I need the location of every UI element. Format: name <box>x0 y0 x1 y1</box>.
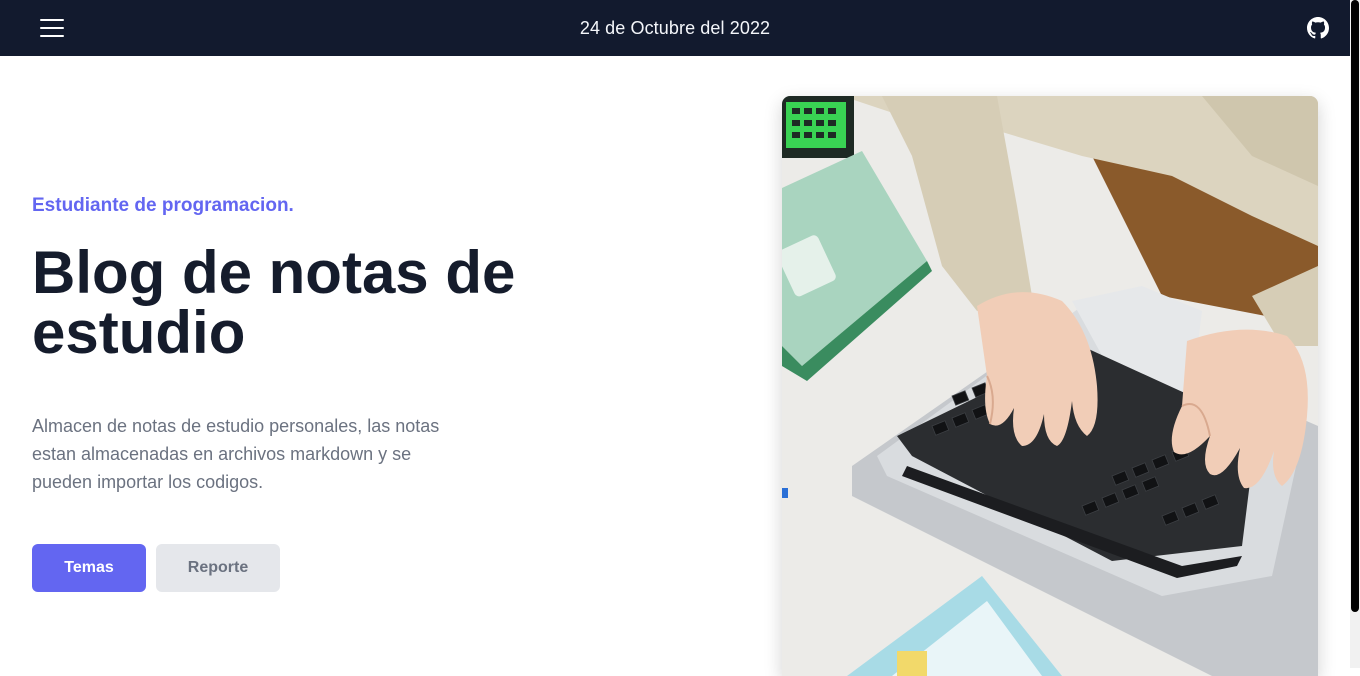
scrollbar-thumb[interactable] <box>1351 0 1359 612</box>
github-icon[interactable] <box>1307 17 1329 39</box>
temas-button[interactable]: Temas <box>32 544 146 592</box>
header-date: 24 de Octubre del 2022 <box>579 17 771 38</box>
page-title: Blog de notas de estudio <box>32 239 516 366</box>
hero-kicker: Estudiante de programacion. <box>32 195 294 216</box>
page-scrollbar[interactable] <box>1350 0 1360 668</box>
laptop-typing-illustration <box>782 96 1318 676</box>
hero-description: Almacen de notas de estudio personales, … <box>32 416 440 492</box>
hero-image <box>782 96 1318 676</box>
hamburger-menu-icon[interactable] <box>40 19 64 37</box>
top-navbar: 24 de Octubre del 2022 <box>0 0 1350 56</box>
hero-buttons: Temas Reporte <box>32 544 280 592</box>
reporte-button[interactable]: Reporte <box>156 544 280 592</box>
